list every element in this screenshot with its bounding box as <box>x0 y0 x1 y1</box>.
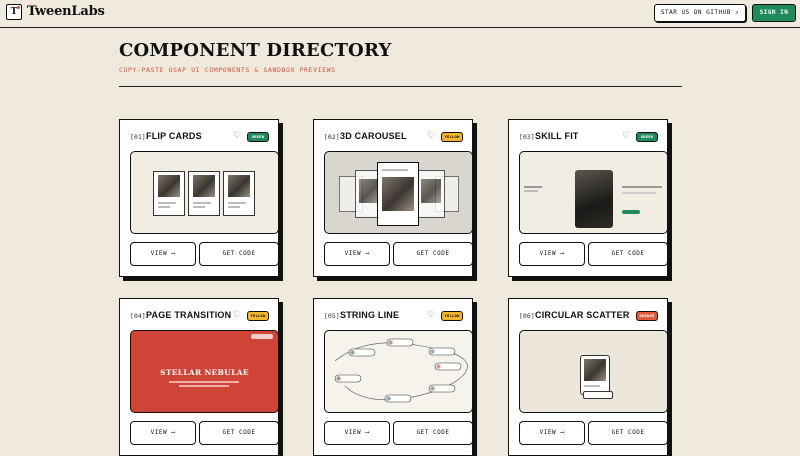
scatter-card <box>580 355 610 395</box>
scatter-card-stack <box>583 391 613 399</box>
divider <box>119 86 682 87</box>
status-badge: GREEN <box>247 132 269 142</box>
view-button[interactable]: VIEW ⟶ <box>130 421 196 445</box>
preview-flip-cards[interactable] <box>130 151 279 234</box>
skill-card-image <box>575 170 613 228</box>
component-card-flip-cards: [01] FLIP CARDS ♡ GREEN VIEW ⟶ GET CODE <box>119 119 279 277</box>
card-title: PAGE TRANSITION <box>146 310 232 320</box>
view-button[interactable]: VIEW ⟶ <box>519 421 585 445</box>
status-badge: YELLOW <box>247 311 269 321</box>
view-button[interactable]: VIEW ⟶ <box>519 242 585 266</box>
component-card-3d-carousel: [02] 3D CAROUSEL ♡ YELLOW VIEW ⟶ GET COD… <box>313 119 473 277</box>
heart-icon[interactable]: ♡ <box>233 309 241 320</box>
card-title: SKILL FIT <box>535 131 579 141</box>
card-title: STRING LINE <box>340 310 400 320</box>
view-button[interactable]: VIEW ⟶ <box>324 242 390 266</box>
card-number: [02] <box>324 133 340 141</box>
page-title: COMPONENT DIRECTORY <box>119 40 392 61</box>
card-number: [06] <box>519 312 535 320</box>
card-number: [03] <box>519 133 535 141</box>
carousel-slide-active <box>377 162 419 226</box>
card-number: [01] <box>130 133 146 141</box>
card-title: CIRCULAR SCATTER <box>535 310 630 320</box>
get-code-button[interactable]: GET CODE <box>393 421 473 445</box>
heart-icon[interactable]: ♡ <box>427 309 435 320</box>
get-code-button[interactable]: GET CODE <box>588 421 668 445</box>
view-button[interactable]: VIEW ⟶ <box>324 421 390 445</box>
preview-3d-carousel[interactable] <box>324 151 473 234</box>
brand-name[interactable]: TweenLabs <box>27 4 105 19</box>
preview-page-transition[interactable]: STELLAR NEBULAE <box>130 330 279 413</box>
page-subtitle: COPY-PASTE GSAP UI COMPONENTS & SANDBOX … <box>119 66 336 74</box>
logo-icon[interactable]: T <box>6 4 22 20</box>
status-badge: YELLOW <box>441 132 463 142</box>
get-code-button[interactable]: GET CODE <box>199 421 279 445</box>
component-card-string-line: [05] STRING LINE ♡ YELLOW VIEW ⟶ GET COD… <box>313 298 473 456</box>
get-code-button[interactable]: GET CODE <box>393 242 473 266</box>
component-card-circular-scatter: [06] CIRCULAR SCATTER ♡ ORANGE VIEW ⟶ GE… <box>508 298 668 456</box>
heart-icon[interactable]: ♡ <box>233 130 241 141</box>
preview-string-line[interactable] <box>324 330 473 413</box>
card-title: 3D CAROUSEL <box>340 131 407 141</box>
heart-icon[interactable]: ♡ <box>427 130 435 141</box>
preview-skill-fit[interactable] <box>519 151 668 234</box>
github-star-button[interactable]: STAR US ON GITHUB ↗ <box>654 4 746 22</box>
string-line-graphic <box>334 338 468 403</box>
get-code-button[interactable]: GET CODE <box>588 242 668 266</box>
heart-icon[interactable]: ♡ <box>622 309 630 320</box>
component-card-page-transition: [04] PAGE TRANSITION ♡ YELLOW STELLAR NE… <box>119 298 279 456</box>
status-badge: GREEN <box>636 132 658 142</box>
preview-card <box>188 171 220 216</box>
status-badge: ORANGE <box>636 311 658 321</box>
sign-in-button[interactable]: SIGN IN <box>752 4 796 22</box>
top-bar: T TweenLabs STAR US ON GITHUB ↗ SIGN IN <box>0 0 800 28</box>
carousel-slide <box>417 170 445 218</box>
card-number: [04] <box>130 312 146 320</box>
status-badge: YELLOW <box>441 311 463 321</box>
preview-card <box>153 171 185 216</box>
preview-card <box>223 171 255 216</box>
view-button[interactable]: VIEW ⟶ <box>130 242 196 266</box>
heart-icon[interactable]: ♡ <box>622 130 630 141</box>
preview-heading: STELLAR NEBULAE <box>160 368 249 377</box>
component-card-skill-fit: [03] SKILL FIT ♡ GREEN VIEW ⟶ GET CODE <box>508 119 668 277</box>
card-title: FLIP CARDS <box>146 131 202 141</box>
get-code-button[interactable]: GET CODE <box>199 242 279 266</box>
card-number: [05] <box>324 312 340 320</box>
preview-circular-scatter[interactable] <box>519 330 668 413</box>
